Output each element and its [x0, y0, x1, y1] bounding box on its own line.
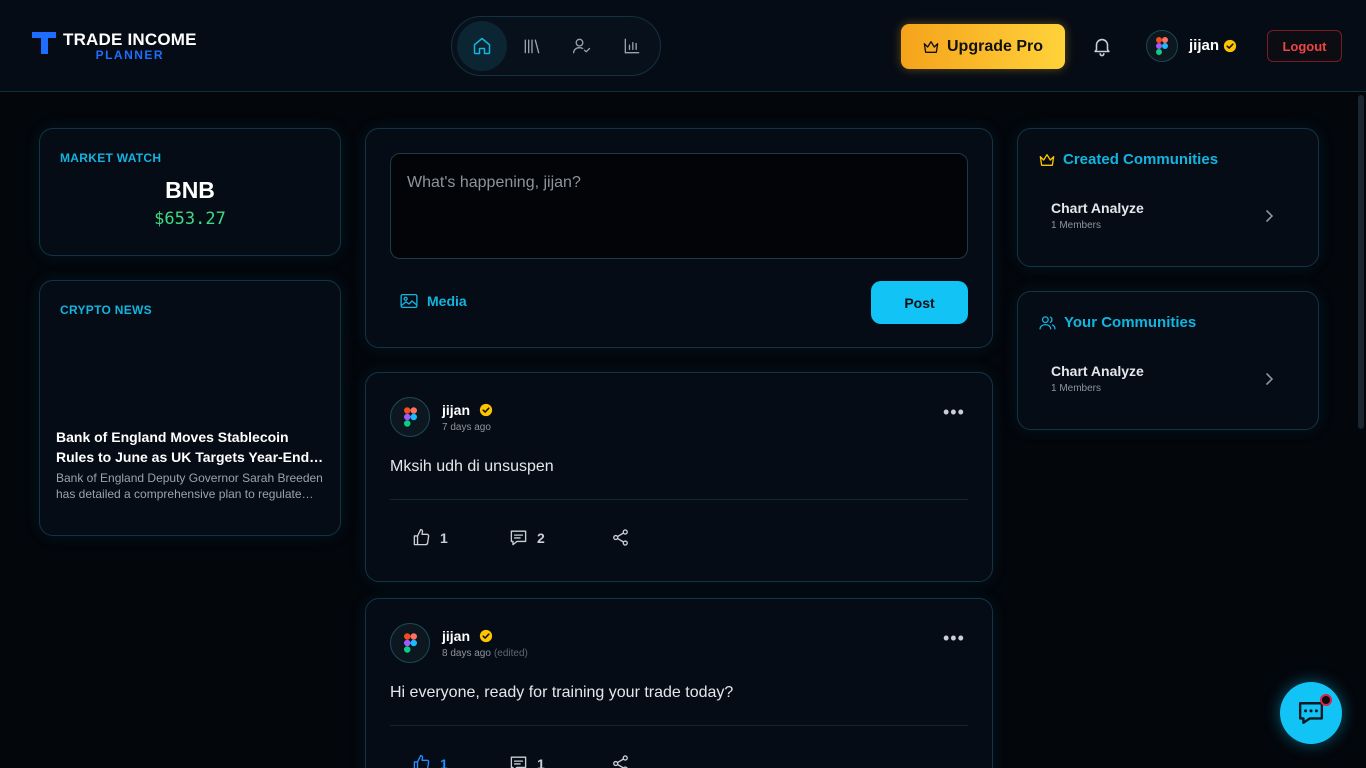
chat-icon [1298, 702, 1324, 724]
verified-badge-icon [479, 403, 493, 417]
crown-icon [923, 40, 939, 53]
post-author-name[interactable]: jijan [442, 628, 470, 644]
thumbs-up-icon [413, 528, 430, 546]
share-button[interactable] [611, 528, 630, 547]
post-body: Mksih udh di unsuspen [390, 458, 554, 475]
media-label: Media [427, 293, 467, 309]
home-icon [473, 37, 491, 55]
main-nav [451, 16, 661, 76]
created-communities-label: Created Communities [1063, 151, 1219, 168]
figma-logo-icon [1156, 37, 1168, 55]
verified-badge-icon [1223, 39, 1237, 53]
post-edited-tag: (edited) [493, 648, 528, 659]
community-members: 1 Members [1051, 383, 1102, 394]
community-name: Chart Analyze [1051, 363, 1144, 379]
header-username[interactable]: jijan [1189, 37, 1219, 54]
bar-chart-icon [624, 38, 640, 54]
news-summary: Bank of England Deputy Governor Sarah Br… [56, 471, 323, 501]
chevron-right-icon[interactable] [1264, 209, 1274, 223]
users-icon [1039, 316, 1056, 330]
chat-notification-dot [1320, 694, 1332, 706]
brand-name-line1: TRADE INCOME [63, 30, 197, 49]
community-item[interactable]: Chart Analyze 1 Members [1051, 200, 1281, 231]
media-button[interactable]: Media [400, 293, 467, 309]
logout-button[interactable]: Logout [1267, 30, 1342, 62]
chat-button[interactable] [1280, 682, 1342, 744]
market-symbol: BNB [165, 177, 215, 203]
post-actions: 1 1 [412, 754, 630, 768]
brand-logo[interactable]: TRADE INCOME PLANNER [32, 31, 197, 62]
post-time-text: 8 days ago [442, 648, 491, 659]
like-count: 1 [440, 529, 448, 546]
like-count: 1 [440, 755, 448, 768]
library-icon [524, 39, 540, 54]
thumbs-up-icon [413, 754, 430, 768]
user-avatar[interactable] [1146, 30, 1178, 62]
nav-home[interactable] [457, 21, 507, 71]
market-price: $653.27 [154, 209, 226, 229]
comment-icon [510, 756, 527, 768]
figma-logo-icon [403, 407, 417, 427]
chevron-right-icon[interactable] [1264, 372, 1274, 386]
post-card: jijan 8 days ago (edited) ••• Hi everyone… [365, 598, 993, 768]
like-button[interactable]: 1 [412, 528, 509, 547]
bell-icon[interactable] [1091, 35, 1113, 57]
post-actions: 1 2 [412, 528, 630, 547]
upgrade-pro-label: Upgrade Pro [946, 37, 1043, 55]
post-author-avatar[interactable] [390, 623, 430, 663]
comment-count: 2 [537, 529, 545, 546]
figma-logo-icon [403, 633, 417, 653]
share-button[interactable] [611, 754, 630, 768]
community-item[interactable]: Chart Analyze 1 Members [1051, 363, 1281, 394]
crypto-news-card[interactable]: CRYPTO NEWS Bank of England Moves Stable… [39, 280, 341, 536]
post-author-avatar[interactable] [390, 397, 430, 437]
post-button[interactable]: Post [871, 281, 968, 324]
nav-profile[interactable] [557, 21, 607, 71]
brand-name-line2: PLANNER [95, 48, 165, 62]
post-composer: Media Post [365, 128, 993, 348]
your-communities-label: Your Communities [1064, 314, 1197, 331]
post-timestamp: 8 days ago (edited) [442, 648, 528, 659]
post-body: Hi everyone, ready for training your tra… [390, 684, 734, 701]
post-divider [390, 725, 968, 726]
market-watch-card: MARKET WATCH BNB $653.27 [39, 128, 341, 256]
nav-library[interactable] [507, 21, 557, 71]
comment-icon [510, 530, 527, 546]
verified-badge-icon [479, 629, 493, 643]
news-headline[interactable]: Bank of England Moves Stablecoin Rules t… [56, 427, 326, 467]
crown-icon [1039, 153, 1055, 166]
post-input[interactable] [390, 153, 968, 259]
crypto-news-label: CRYPTO NEWS [60, 303, 152, 317]
share-icon [613, 755, 628, 768]
comment-count: 1 [537, 755, 545, 768]
page-scrollbar[interactable] [1358, 95, 1364, 429]
post-timestamp: 7 days ago [442, 422, 491, 433]
post-time-text: 7 days ago [442, 422, 491, 433]
upgrade-pro-button[interactable]: Upgrade Pro [901, 24, 1065, 69]
top-header: TRADE INCOME PLANNER Upgrade Pro jijan L… [0, 0, 1366, 92]
created-communities-title: Created Communities [1039, 151, 1218, 168]
post-more-options-icon[interactable]: ••• [943, 629, 965, 647]
market-watch-label: MARKET WATCH [60, 151, 162, 165]
created-communities-card: Created Communities Chart Analyze 1 Memb… [1017, 128, 1319, 267]
post-card: jijan 7 days ago ••• Mksih udh di unsusp… [365, 372, 993, 582]
share-icon [613, 529, 628, 546]
post-author-name[interactable]: jijan [442, 402, 470, 418]
post-divider [390, 499, 968, 500]
brand-logo-mark [32, 31, 58, 55]
community-name: Chart Analyze [1051, 200, 1144, 216]
user-check-icon [573, 38, 591, 54]
post-more-options-icon[interactable]: ••• [943, 403, 965, 421]
nav-stats[interactable] [607, 21, 657, 71]
image-icon [400, 293, 418, 309]
comment-button[interactable]: 2 [509, 528, 611, 547]
like-button[interactable]: 1 [412, 754, 509, 768]
community-members: 1 Members [1051, 220, 1102, 231]
your-communities-card: Your Communities Chart Analyze 1 Members [1017, 291, 1319, 430]
comment-button[interactable]: 1 [509, 754, 611, 768]
your-communities-title: Your Communities [1039, 314, 1196, 331]
